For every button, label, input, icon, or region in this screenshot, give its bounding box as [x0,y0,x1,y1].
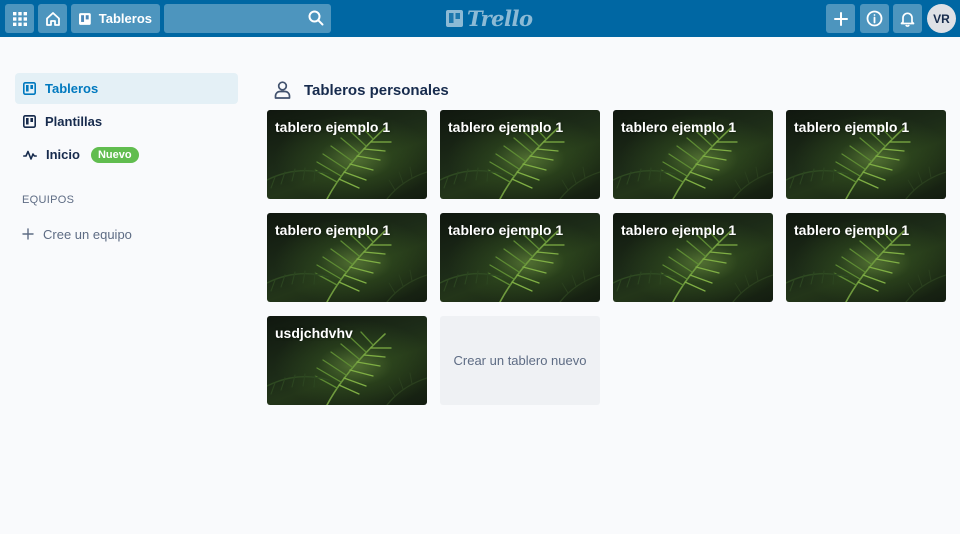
board-tile[interactable]: tablero ejemplo 1 [786,110,946,199]
boards-grid: tablero ejemplo 1 tablero ejemplo 1 tabler… [267,110,946,405]
search-input[interactable] [164,4,331,33]
trello-logo[interactable]: Trello [446,5,533,31]
plus-icon [22,228,34,240]
board-title: tablero ejemplo 1 [448,222,564,238]
plus-icon [833,11,848,26]
sidebar-item-label: Plantillas [45,114,103,129]
home-button[interactable] [38,4,67,33]
info-icon [866,10,883,27]
apps-grid-icon [12,11,27,26]
templates-icon [23,115,36,128]
apps-grid-button[interactable] [5,4,34,33]
sidebar-item-home[interactable]: Inicio Nuevo [15,139,238,170]
avatar[interactable]: VR [927,4,956,33]
board-tile[interactable]: tablero ejemplo 1 [267,110,427,199]
search-icon[interactable] [308,10,324,26]
sidebar: Tableros Plantillas Inicio Nuevo EQUIPOS… [15,73,238,248]
create-board-tile[interactable]: Crear un tablero nuevo [440,316,600,405]
board-title: tablero ejemplo 1 [621,119,737,135]
bell-icon [900,11,915,27]
create-team-label: Cree un equipo [43,226,132,242]
board-title: tablero ejemplo 1 [794,222,910,238]
sidebar-item-templates[interactable]: Plantillas [15,106,238,137]
avatar-initials: VR [933,11,950,26]
create-team-button[interactable]: Cree un equipo [15,220,238,248]
section-header: Tableros personales [274,79,449,101]
board-tile[interactable]: tablero ejemplo 1 [613,213,773,302]
boards-button-label: Tableros [98,11,152,26]
teams-section-title: EQUIPOS [22,194,75,206]
top-header: Tableros Trello VR [0,0,960,37]
board-title: tablero ejemplo 1 [448,119,564,135]
board-title: tablero ejemplo 1 [275,119,391,135]
boards-icon [23,82,36,95]
board-tile[interactable]: tablero ejemplo 1 [440,110,600,199]
trello-logo-icon [446,9,463,27]
board-tile[interactable]: tablero ejemplo 1 [440,213,600,302]
info-button[interactable] [860,4,889,33]
sidebar-item-boards[interactable]: Tableros [15,73,238,104]
boards-button[interactable]: Tableros [71,4,160,33]
board-title: usdjchdvhv [275,325,353,341]
activity-icon [23,150,37,160]
home-icon [45,11,60,26]
boards-icon [79,12,91,25]
board-tile[interactable]: usdjchdvhv [267,316,427,405]
create-button[interactable] [826,4,855,33]
new-badge: Nuevo [90,146,139,163]
section-title: Tableros personales [304,81,449,99]
create-board-label: Crear un tablero nuevo [453,353,587,368]
logo-text: Trello [467,5,533,31]
board-title: tablero ejemplo 1 [275,222,391,238]
board-title: tablero ejemplo 1 [794,119,910,135]
sidebar-item-label: Tableros [45,81,99,96]
person-icon [274,81,291,99]
board-tile[interactable]: tablero ejemplo 1 [613,110,773,199]
sidebar-item-label: Inicio [46,147,80,162]
board-title: tablero ejemplo 1 [621,222,737,238]
board-tile[interactable]: tablero ejemplo 1 [267,213,427,302]
notifications-button[interactable] [893,4,922,33]
board-tile[interactable]: tablero ejemplo 1 [786,213,946,302]
